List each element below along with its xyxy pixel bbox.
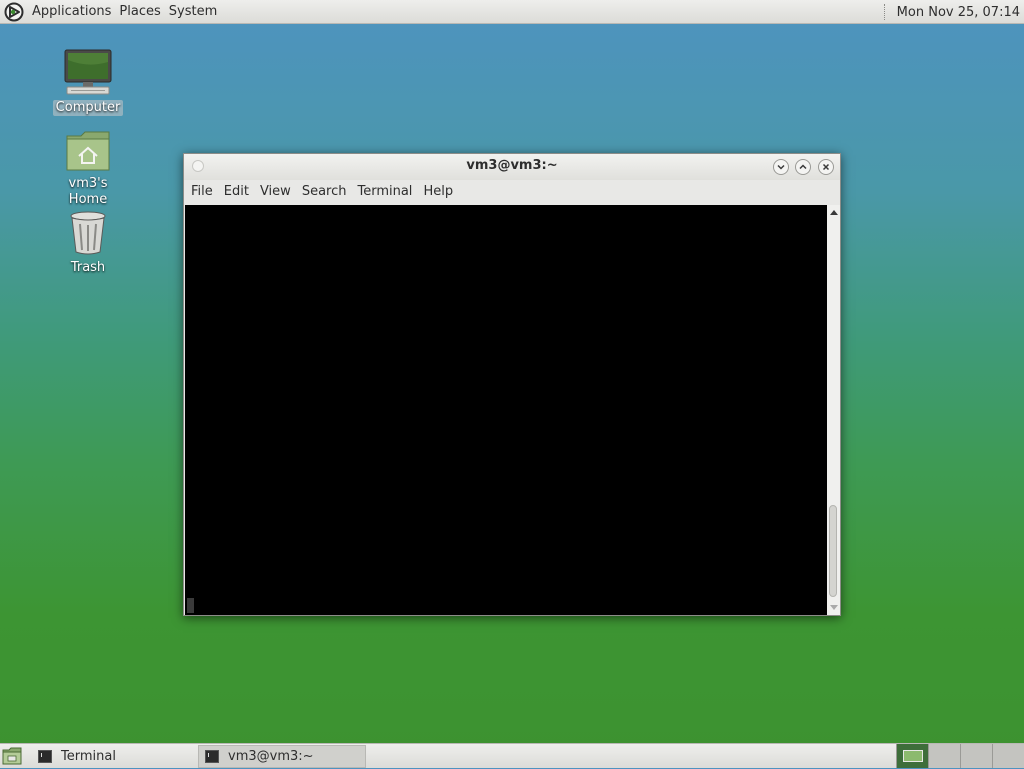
chevron-up-icon: [799, 164, 807, 170]
applications-menu[interactable]: Applications: [28, 0, 115, 24]
workspace-1[interactable]: [896, 744, 928, 768]
desktop-icon-trash[interactable]: Trash: [48, 210, 128, 276]
window-title: vm3@vm3:~: [466, 158, 558, 173]
close-icon: [822, 163, 830, 171]
desktop-icon-label: Computer: [52, 100, 124, 116]
desktop-icon-home[interactable]: vm3's Home: [48, 130, 128, 208]
taskbar-item-window[interactable]: vm3@vm3:~: [198, 745, 366, 768]
menu-view[interactable]: View: [256, 180, 295, 204]
system-menu[interactable]: System: [165, 0, 221, 24]
home-folder-icon: [48, 130, 128, 176]
workspace-switcher: [896, 744, 1024, 768]
menu-search[interactable]: Search: [298, 180, 351, 204]
workspace-window-thumbnail: [903, 750, 923, 762]
panel-separator: [883, 4, 887, 20]
window-menubar: File Edit View Search Terminal Help: [184, 180, 840, 204]
desktop-icon-label: vm3's Home: [68, 176, 108, 207]
main-menu: Applications Places System: [4, 0, 221, 24]
computer-icon: [48, 48, 128, 100]
maximize-button[interactable]: [795, 159, 811, 175]
text-cursor: [187, 598, 194, 613]
scrollbar-thumb[interactable]: [829, 505, 837, 597]
menu-file[interactable]: File: [187, 180, 217, 204]
workspace-3[interactable]: [960, 744, 992, 768]
workspace-2[interactable]: [928, 744, 960, 768]
desktop-icon-computer[interactable]: Computer: [48, 48, 128, 116]
show-desktop-button[interactable]: [2, 747, 22, 765]
trash-icon: [48, 210, 128, 260]
taskbar-item-label: Terminal: [61, 749, 116, 764]
terminal-scrollbar[interactable]: [827, 205, 840, 615]
clock[interactable]: Mon Nov 25, 07:14: [897, 5, 1020, 20]
menu-help[interactable]: Help: [419, 180, 457, 204]
taskbar-item-label: vm3@vm3:~: [228, 749, 314, 764]
scroll-up-arrow-icon[interactable]: [830, 210, 838, 215]
window-titlebar[interactable]: vm3@vm3:~: [184, 154, 840, 180]
taskbar-item-terminal[interactable]: Terminal: [32, 745, 192, 768]
terminal-icon: [205, 750, 219, 763]
menu-terminal[interactable]: Terminal: [353, 180, 416, 204]
terminal-output[interactable]: [185, 205, 827, 615]
clock-area: Mon Nov 25, 07:14: [883, 0, 1020, 24]
chevron-down-icon: [777, 164, 785, 170]
top-panel: Applications Places System Mon Nov 25, 0…: [0, 0, 1024, 24]
minimize-button[interactable]: [773, 159, 789, 175]
places-menu[interactable]: Places: [115, 0, 164, 24]
close-button[interactable]: [818, 159, 834, 175]
menu-edit[interactable]: Edit: [220, 180, 253, 204]
distro-logo-icon[interactable]: [4, 2, 24, 22]
workspace-4[interactable]: [992, 744, 1024, 768]
scroll-down-arrow-icon[interactable]: [830, 605, 838, 610]
bottom-panel: Terminal vm3@vm3:~: [0, 743, 1024, 768]
desktop-icon-label: Trash: [70, 260, 106, 275]
terminal-icon: [38, 750, 52, 763]
terminal-window[interactable]: vm3@vm3:~ File Edit View Search Terminal…: [183, 153, 841, 616]
show-desktop-icon: [2, 747, 22, 765]
